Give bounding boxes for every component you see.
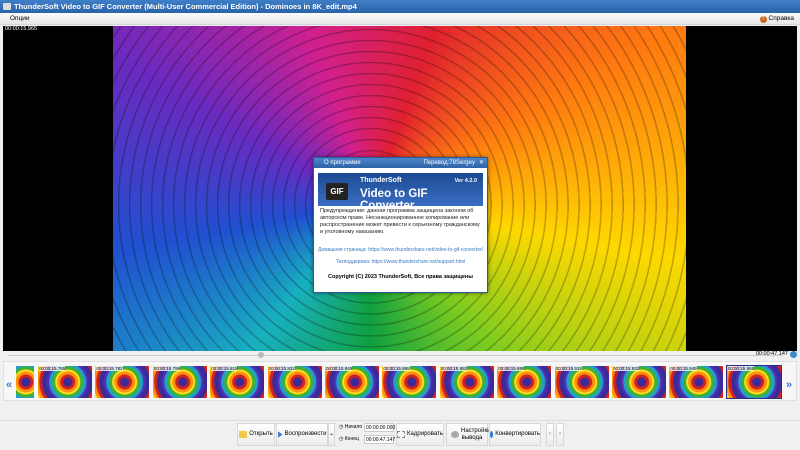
title-bar: ThunderSoft Video to GIF Converter (Mult…	[0, 0, 800, 13]
next-button[interactable]: ›	[556, 423, 564, 446]
prev-button[interactable]: ‹	[546, 423, 554, 446]
support-link[interactable]: Техподдержка: https://www.thundershare.n…	[314, 259, 487, 265]
thumbnail-time: 00:00:15.965	[727, 366, 755, 371]
chevron-right-icon: ›	[559, 431, 561, 437]
crop-icon	[397, 431, 406, 438]
thumbnail[interactable]: 00:00:15.832	[267, 366, 322, 398]
thumbnail-time: 00:00:15.849	[326, 366, 353, 371]
thumbnail[interactable]: 00:00:15.799	[152, 366, 207, 398]
seek-bar[interactable]	[8, 355, 783, 356]
thumbnail[interactable]: 00:00:15.849	[325, 366, 379, 398]
thumbnail-time: 00:00:15.782	[96, 366, 123, 371]
thumbnail[interactable]: 00:00:15.782	[95, 366, 150, 398]
homepage-link[interactable]: Домашняя страница: https://www.thundersh…	[314, 247, 487, 253]
strip-next-icon[interactable]: »	[786, 379, 792, 391]
end-label: ◷ Конец	[339, 436, 359, 442]
total-time: 00:00:47.147	[755, 351, 788, 357]
help-icon: ?	[759, 16, 767, 23]
thumbnail[interactable]: 00:00:15.765	[38, 366, 92, 398]
play-button[interactable]: Воспроизвести	[276, 423, 328, 446]
thumbnail[interactable]: 00:00:15.965	[725, 365, 782, 399]
thumbnail-time: 00:00:15.765	[39, 366, 66, 371]
open-label: Открыть	[249, 431, 273, 437]
thumbnail-time: 00:00:15.815	[211, 366, 238, 371]
thumbnail-time: 00:00:15.799	[153, 366, 181, 371]
thumbnail[interactable]: 00:00:15.899	[497, 366, 552, 398]
convert-button[interactable]: Конвертировать	[489, 423, 541, 446]
output-settings-button[interactable]: Настройки вывода	[446, 423, 491, 446]
product-name: Video to GIF Converter	[360, 188, 428, 212]
thumbnail[interactable]: 00:00:15.865	[382, 366, 437, 398]
about-dialog: О программе Перевод:78Sergey ✕ GIF Thunder…	[313, 157, 488, 293]
product-banner: GIF ThunderSoft Video to GIF Converter V…	[318, 173, 483, 212]
info-icon[interactable]	[790, 351, 797, 358]
thumbnail[interactable]: 00:00:15.915	[554, 366, 609, 398]
folder-icon	[239, 431, 248, 438]
translation-credit: Перевод:78Sergey	[423, 160, 475, 166]
end-time-input[interactable]: 00:00:47.147	[364, 435, 395, 444]
thumbnail-time: 00:00:15.899	[498, 366, 525, 371]
gear-icon	[451, 431, 459, 438]
convert-label: Конвертировать	[495, 431, 540, 437]
thumbnail[interactable]: 00:00:15.882	[439, 366, 494, 398]
window-title: ThunderSoft Video to GIF Converter (Mult…	[14, 2, 357, 11]
output-settings-label: Настройки вывода	[461, 427, 491, 441]
menu-help[interactable]: ? Справка	[759, 15, 795, 23]
dialog-title: О программе	[324, 160, 361, 166]
copyright-text: Copyright (C) 2023 ThunderSoft, Все прав…	[328, 274, 473, 280]
crop-label: Кадрировать	[407, 431, 443, 437]
version: Ver 4.2.0	[454, 178, 477, 184]
strip-prev-icon[interactable]: «	[6, 379, 12, 391]
play-label: Воспроизвести	[284, 431, 327, 437]
gif-logo-icon: GIF	[326, 183, 348, 200]
menu-bar: Опции ? Справка	[0, 13, 800, 25]
thumbnail-time: 00:00:15.882	[440, 366, 468, 371]
dialog-titlebar: О программе Перевод:78Sergey ✕	[314, 158, 487, 168]
thumbnail-time: 00:00:15.949	[670, 366, 697, 371]
current-time: 00:00:15.965	[5, 26, 38, 32]
open-button[interactable]: Открыть	[237, 423, 275, 446]
menu-options[interactable]: Опции	[10, 15, 30, 22]
start-time-input[interactable]: 00:00:00.000	[364, 423, 395, 432]
play-dropdown[interactable]: ⌄	[328, 423, 335, 446]
thumbnail[interactable]: 00:00:15.932	[612, 366, 666, 398]
thumbnail-time: 00:00:15.915	[555, 366, 582, 371]
brand-name: ThunderSoft	[360, 177, 402, 184]
convert-icon	[490, 431, 494, 438]
seek-handle[interactable]	[258, 352, 264, 358]
chevron-left-icon: ‹	[549, 431, 551, 437]
thumbnail-time: 00:00:15.932	[613, 366, 640, 371]
play-icon	[277, 431, 283, 438]
thumbnail[interactable]: 00:00:15.815	[210, 366, 265, 398]
thumbnail-time: 00:00:15.865	[383, 366, 410, 371]
thumbnail[interactable]	[16, 366, 34, 398]
help-label: Справка	[768, 15, 795, 22]
thumbnail[interactable]: 00:00:15.949	[669, 366, 724, 398]
thumbnail-time: 00:00:15.832	[268, 366, 295, 371]
chevron-down-icon: ⌄	[328, 431, 335, 437]
crop-button[interactable]: Кадрировать	[396, 423, 444, 446]
app-icon	[3, 3, 11, 10]
close-icon[interactable]: ✕	[479, 158, 484, 168]
start-label: ◷ Начало	[339, 424, 363, 430]
